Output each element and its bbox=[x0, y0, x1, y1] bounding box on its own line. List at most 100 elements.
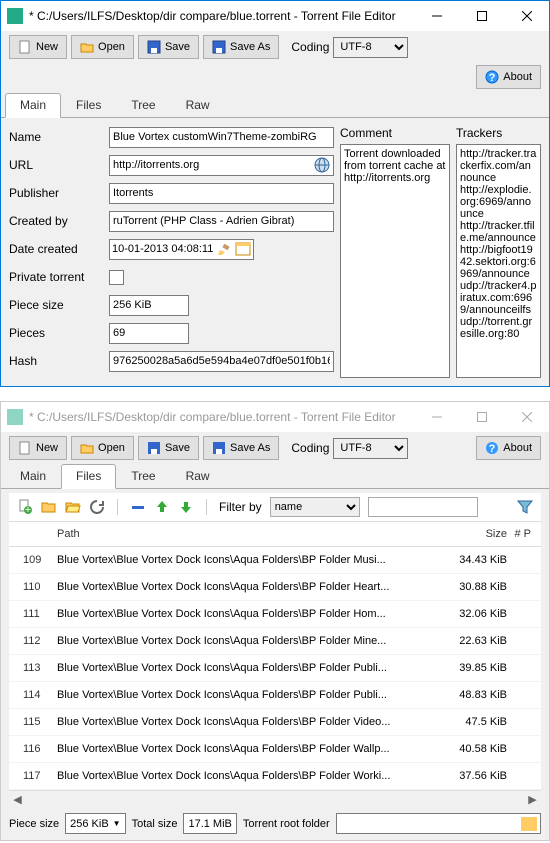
files-table: Path Size # P 109Blue Vortex\Blue Vortex… bbox=[9, 522, 541, 807]
coding-select[interactable]: UTF-8 bbox=[333, 37, 408, 58]
filter-input[interactable] bbox=[368, 497, 478, 517]
move-down-icon[interactable] bbox=[178, 499, 194, 515]
name-input[interactable] bbox=[109, 127, 334, 148]
table-row[interactable]: 116Blue Vortex\Blue Vortex Dock Icons\Aq… bbox=[9, 736, 541, 763]
date-wrap[interactable]: 10-01-2013 04:08:11 bbox=[109, 239, 254, 260]
row-path: Blue Vortex\Blue Vortex Dock Icons\Aqua … bbox=[57, 743, 437, 755]
row-index: 110 bbox=[23, 581, 57, 593]
minimize-button[interactable] bbox=[414, 1, 459, 31]
open-button-2[interactable]: Open bbox=[71, 436, 134, 460]
createdby-input[interactable] bbox=[109, 211, 334, 232]
tab-tree[interactable]: Tree bbox=[116, 93, 170, 117]
new-icon bbox=[18, 441, 32, 455]
date-value: 10-01-2013 04:08:11 bbox=[112, 243, 213, 255]
saveas-icon bbox=[212, 441, 226, 455]
minimize-button-2[interactable] bbox=[414, 402, 459, 432]
calendar-icon[interactable] bbox=[235, 241, 251, 257]
close-button[interactable] bbox=[504, 1, 549, 31]
new-icon bbox=[18, 40, 32, 54]
row-path: Blue Vortex\Blue Vortex Dock Icons\Aqua … bbox=[57, 716, 437, 728]
statusbar: Piece size 256 KiB▼ Total size 17.1 MiB … bbox=[1, 807, 549, 840]
app-icon bbox=[7, 8, 23, 24]
toolbar: New Open Save Save As Coding UTF-8 bbox=[1, 31, 549, 63]
about-button[interactable]: ?About bbox=[476, 65, 541, 89]
table-row[interactable]: 111Blue Vortex\Blue Vortex Dock Icons\Aq… bbox=[9, 601, 541, 628]
row-index: 117 bbox=[23, 770, 57, 782]
table-row[interactable]: 112Blue Vortex\Blue Vortex Dock Icons\Aq… bbox=[9, 628, 541, 655]
new-button-2[interactable]: New bbox=[9, 436, 67, 460]
table-row[interactable]: 115Blue Vortex\Blue Vortex Dock Icons\Aq… bbox=[9, 709, 541, 736]
refresh-icon[interactable] bbox=[89, 499, 105, 515]
row-path: Blue Vortex\Blue Vortex Dock Icons\Aqua … bbox=[57, 635, 437, 647]
open-button[interactable]: Open bbox=[71, 35, 134, 59]
row-path: Blue Vortex\Blue Vortex Dock Icons\Aqua … bbox=[57, 554, 437, 566]
row-size: 37.56 KiB bbox=[437, 770, 507, 782]
trackers-textarea[interactable]: http://tracker.trackerfix.com/announce h… bbox=[456, 144, 541, 378]
remove-icon[interactable] bbox=[130, 499, 146, 515]
maximize-button-2[interactable] bbox=[459, 402, 504, 432]
titlebar: * C:/Users/ILFS/Desktop/dir compare/blue… bbox=[1, 1, 549, 31]
pieces-input[interactable] bbox=[109, 323, 189, 344]
horizontal-scrollbar[interactable]: ◀ ▶ bbox=[9, 790, 541, 807]
scroll-left-icon[interactable]: ◀ bbox=[9, 791, 26, 808]
brush-icon[interactable] bbox=[216, 241, 232, 257]
saveas-button-2[interactable]: Save As bbox=[203, 436, 279, 460]
add-folder-icon[interactable] bbox=[41, 499, 57, 515]
filterby-select[interactable]: name bbox=[270, 497, 360, 517]
header-size[interactable]: Size bbox=[437, 528, 507, 540]
separator bbox=[117, 499, 118, 515]
trackers-column: Trackers http://tracker.trackerfix.com/a… bbox=[456, 126, 541, 378]
maximize-button[interactable] bbox=[459, 1, 504, 31]
tab-files[interactable]: Files bbox=[61, 93, 116, 117]
coding-label-2: Coding bbox=[291, 441, 329, 455]
add-file-icon[interactable]: + bbox=[17, 499, 33, 515]
app-icon-2 bbox=[7, 409, 23, 425]
tabs: Main Files Tree Raw bbox=[1, 93, 549, 118]
row-size: 48.83 KiB bbox=[437, 689, 507, 701]
comment-textarea[interactable]: Torrent downloaded from torrent cache at… bbox=[340, 144, 450, 378]
header-pieces[interactable]: # P bbox=[507, 528, 537, 540]
saveas-button[interactable]: Save As bbox=[203, 35, 279, 59]
toolbar-2: New Open Save Save As Coding UTF-8 ?Abou… bbox=[1, 432, 549, 464]
tab-main-2[interactable]: Main bbox=[5, 464, 61, 488]
tab-raw[interactable]: Raw bbox=[171, 93, 225, 117]
left-column: Name URL Publisher Created by Date creat… bbox=[9, 126, 334, 378]
table-row[interactable]: 113Blue Vortex\Blue Vortex Dock Icons\Aq… bbox=[9, 655, 541, 682]
move-up-icon[interactable] bbox=[154, 499, 170, 515]
save-icon bbox=[147, 441, 161, 455]
open-folder-icon[interactable] bbox=[65, 499, 81, 515]
save-button[interactable]: Save bbox=[138, 35, 199, 59]
funnel-icon[interactable] bbox=[517, 499, 533, 515]
close-button-2[interactable] bbox=[504, 402, 549, 432]
private-checkbox[interactable] bbox=[109, 270, 124, 285]
about-button-2[interactable]: ?About bbox=[476, 436, 541, 460]
rootfolder-input[interactable] bbox=[336, 813, 541, 834]
svg-text:?: ? bbox=[489, 72, 496, 84]
publisher-input[interactable] bbox=[109, 183, 334, 204]
table-row[interactable]: 114Blue Vortex\Blue Vortex Dock Icons\Aq… bbox=[9, 682, 541, 709]
new-button[interactable]: New bbox=[9, 35, 67, 59]
globe-icon[interactable] bbox=[313, 156, 331, 174]
tab-files-2[interactable]: Files bbox=[61, 464, 116, 489]
piecesize-input[interactable] bbox=[109, 295, 189, 316]
table-row[interactable]: 117Blue Vortex\Blue Vortex Dock Icons\Aq… bbox=[9, 763, 541, 790]
window-title: * C:/Users/ILFS/Desktop/dir compare/blue… bbox=[29, 9, 414, 23]
coding-select-2[interactable]: UTF-8 bbox=[333, 438, 408, 459]
url-input[interactable] bbox=[110, 156, 313, 175]
row-index: 115 bbox=[23, 716, 57, 728]
tab-raw-2[interactable]: Raw bbox=[171, 464, 225, 488]
header-path[interactable]: Path bbox=[57, 528, 437, 540]
datecreated-label: Date created bbox=[9, 242, 109, 256]
folder-icon[interactable] bbox=[521, 817, 537, 831]
row-size: 22.63 KiB bbox=[437, 635, 507, 647]
status-piecesize-label: Piece size bbox=[9, 818, 59, 830]
save-button-2[interactable]: Save bbox=[138, 436, 199, 460]
status-piecesize-select[interactable]: 256 KiB▼ bbox=[65, 813, 125, 834]
table-row[interactable]: 110Blue Vortex\Blue Vortex Dock Icons\Aq… bbox=[9, 574, 541, 601]
comment-label: Comment bbox=[340, 126, 450, 140]
tab-tree-2[interactable]: Tree bbox=[116, 464, 170, 488]
scroll-right-icon[interactable]: ▶ bbox=[524, 791, 541, 808]
hash-input[interactable] bbox=[109, 351, 334, 372]
tab-main[interactable]: Main bbox=[5, 93, 61, 118]
table-row[interactable]: 109Blue Vortex\Blue Vortex Dock Icons\Aq… bbox=[9, 547, 541, 574]
